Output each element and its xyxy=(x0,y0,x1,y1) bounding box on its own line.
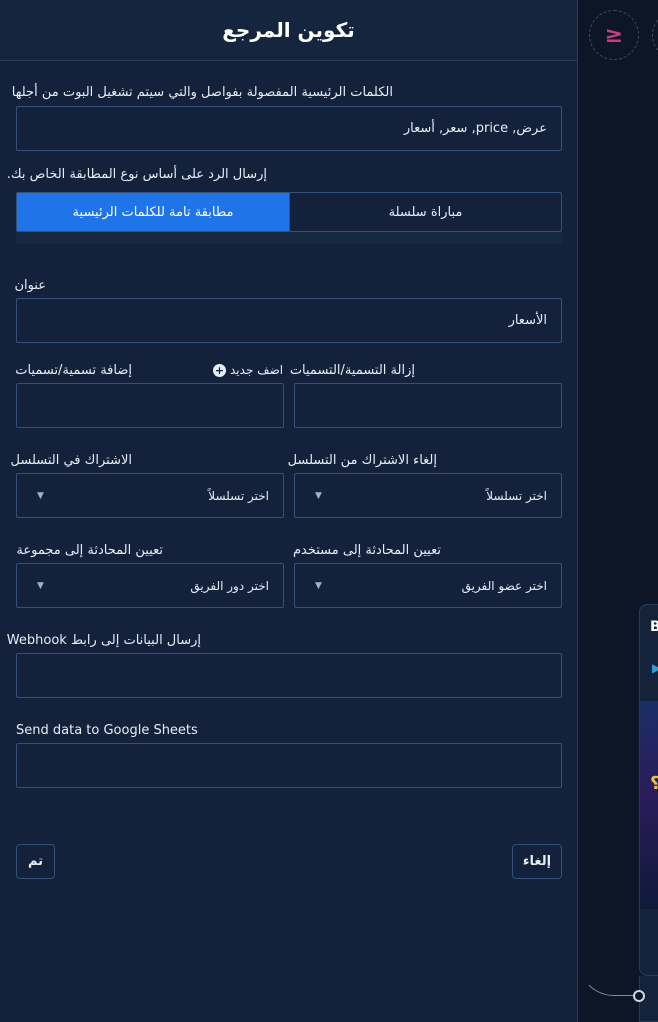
google-sheets-input[interactable] xyxy=(16,743,562,788)
title-input[interactable]: الأسعار xyxy=(16,298,562,343)
assign-group-select[interactable]: اختر دور الفريق ▼ xyxy=(16,563,284,608)
chevron-down-icon: ▼ xyxy=(37,490,44,501)
card-header-letter: B xyxy=(650,619,658,635)
assign-user-value: اختر عضو الفريق xyxy=(461,578,547,593)
done-label: تم xyxy=(27,854,44,869)
match-exact-label: مطابقة تامة للكلمات الرئيسية xyxy=(72,204,234,220)
cancel-label: إلغاء xyxy=(522,854,552,869)
assign-group-label: تعيين المحادثة إلى مجموعة xyxy=(16,543,163,558)
add-new-tag-button[interactable]: اضف جديد + xyxy=(213,363,283,377)
keywords-value: عرض, price, سعر, أسعار xyxy=(403,121,547,136)
node-symbol: ≥ xyxy=(604,22,624,48)
flow-node-start[interactable]: ≥ xyxy=(589,10,639,60)
connector-handle-icon[interactable] xyxy=(633,990,645,1002)
plus-icon: + xyxy=(213,363,226,377)
chevron-down-icon: ▼ xyxy=(37,580,44,591)
card-image-symbol: ؟ xyxy=(650,773,658,794)
unsubscribe-sequence-label: إلغاء الاشتراك من التسلسل xyxy=(287,453,437,468)
webhook-input[interactable] xyxy=(16,653,562,698)
chevron-down-icon: ▼ xyxy=(315,490,322,501)
assign-group-value: اختر دور الفريق xyxy=(190,578,269,593)
flow-message-card[interactable]: B ▶ ؟ xyxy=(639,604,658,976)
match-string-label: مباراة سلسلة xyxy=(388,204,463,220)
subscribe-sequence-select[interactable]: اختر تسلسلاً ▼ xyxy=(16,473,284,518)
subscribe-sequence-label: الاشتراك في التسلسل xyxy=(10,453,133,468)
done-button[interactable]: تم xyxy=(16,844,55,879)
add-new-label: اضف جديد xyxy=(230,363,284,377)
match-exact-option[interactable]: مطابقة تامة للكلمات الرئيسية xyxy=(17,193,289,231)
panel-title: تكوين المرجع xyxy=(222,18,355,42)
keywords-input[interactable]: عرض, price, سعر, أسعار xyxy=(16,106,562,151)
reference-config-panel: تكوين المرجع الكلمات الرئيسية المفصولة ب… xyxy=(0,0,578,1022)
remove-tags-input[interactable] xyxy=(294,383,562,428)
keywords-label: الكلمات الرئيسية المفصولة بفواصل والتي س… xyxy=(11,85,393,100)
segmented-underbar xyxy=(16,232,562,244)
match-type-label: إرسال الرد على أساس نوع المطابقة الخاص ب… xyxy=(6,167,267,182)
assign-user-select[interactable]: اختر عضو الفريق ▼ xyxy=(294,563,562,608)
title-label: عنوان xyxy=(14,278,46,293)
webhook-label: إرسال البيانات إلى رابط Webhook xyxy=(6,633,201,648)
add-tags-label: إضافة تسمية/تسميات xyxy=(15,363,132,378)
subscribe-sequence-value: اختر تسلسلاً xyxy=(208,488,269,503)
add-tags-input[interactable] xyxy=(16,383,284,428)
chevron-down-icon: ▼ xyxy=(315,580,322,591)
card-image xyxy=(640,701,658,909)
unsubscribe-sequence-select[interactable]: اختر تسلسلاً ▼ xyxy=(294,473,562,518)
remove-tags-label: إزالة التسمية/التسميات xyxy=(289,363,415,378)
panel-header: تكوين المرجع xyxy=(0,0,577,61)
assign-user-label: تعيين المحادثة إلى مستخدم xyxy=(292,543,441,558)
title-value: الأسعار xyxy=(508,313,547,328)
match-string-option[interactable]: مباراة سلسلة xyxy=(289,193,561,231)
match-type-segmented: مطابقة تامة للكلمات الرئيسية مباراة سلسل… xyxy=(16,192,562,232)
cancel-button[interactable]: إلغاء xyxy=(512,844,562,879)
unsubscribe-sequence-value: اختر تسلسلاً xyxy=(486,488,547,503)
play-icon: ▶ xyxy=(652,661,658,675)
google-sheets-label: Send data to Google Sheets xyxy=(16,723,198,738)
